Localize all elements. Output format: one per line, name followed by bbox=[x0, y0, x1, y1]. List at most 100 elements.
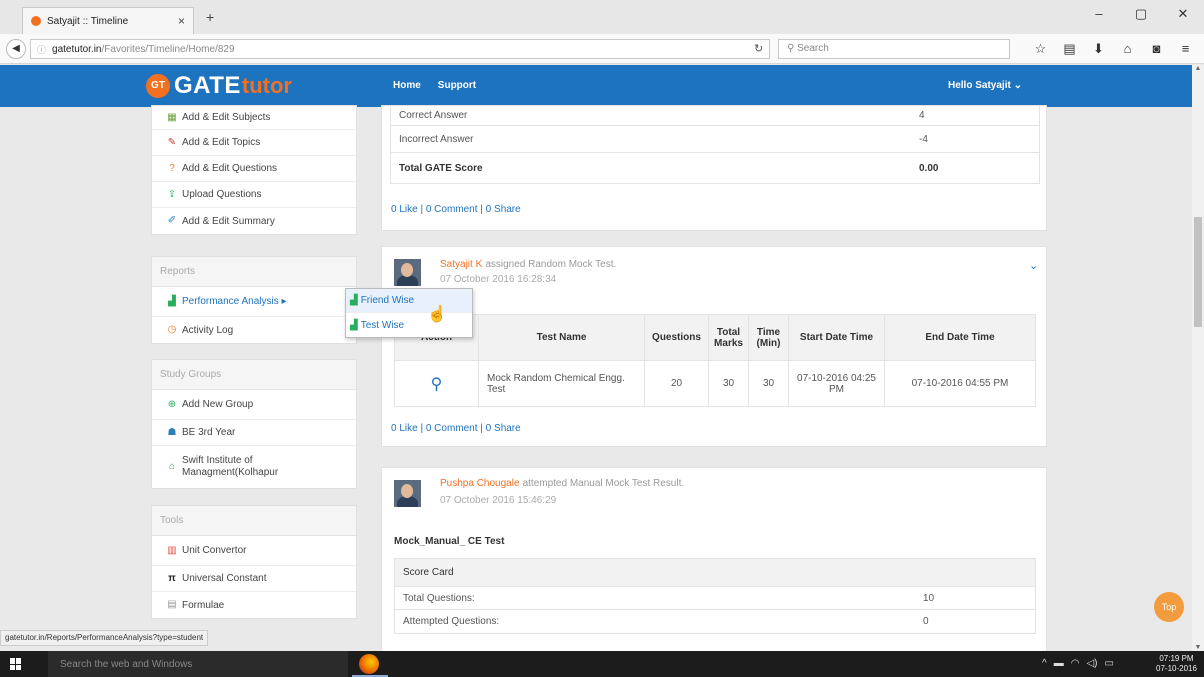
status-url: gatetutor.in/Reports/PerformanceAnalysis… bbox=[0, 630, 209, 646]
table-row: ⚲ Mock Random Chemical Engg. Test 20 30 … bbox=[394, 360, 1036, 407]
post-actions[interactable]: 0 Like | 0 Comment | 0 Share bbox=[382, 423, 521, 434]
sidebar-item-label: Unit Convertor bbox=[182, 545, 247, 556]
sidebar-item-upload[interactable]: ⇪ Upload Questions bbox=[152, 182, 356, 208]
edit-icon: ✐ bbox=[167, 215, 177, 226]
maximize-icon[interactable]: ▢ bbox=[1120, 6, 1162, 22]
row-value: 10 bbox=[923, 592, 935, 604]
logo-badge: GT bbox=[146, 74, 170, 98]
scroll-thumb[interactable] bbox=[1194, 217, 1202, 327]
sidebar-item-label: Add & Edit Topics bbox=[182, 137, 261, 148]
chevron-down-icon[interactable]: ⌄ bbox=[1029, 259, 1038, 272]
scroll-down-icon[interactable]: ▼ bbox=[1192, 644, 1204, 651]
tray-expand-icon[interactable]: ^ bbox=[1042, 658, 1047, 669]
row-label: Total GATE Score bbox=[399, 162, 483, 174]
sidebar-item-label: Add New Group bbox=[182, 399, 254, 410]
browser-search-input[interactable]: ⚲ Search bbox=[778, 39, 1010, 59]
chevron-down-icon: ⌄ bbox=[1013, 80, 1022, 91]
submenu-item-label: Friend Wise bbox=[360, 295, 415, 306]
test-table: Action Test Name Questions Total Marks T… bbox=[394, 314, 1036, 407]
sidebar-item-label: Add & Edit Summary bbox=[182, 215, 275, 227]
browser-tab[interactable]: Satyajit :: Timeline × bbox=[22, 7, 194, 34]
row-label: Total Questions: bbox=[403, 592, 475, 604]
questions-cell: 20 bbox=[644, 360, 709, 407]
close-window-icon[interactable]: ✕ bbox=[1162, 6, 1204, 22]
clock-icon: ◷ bbox=[167, 324, 177, 335]
sidebar-item-topics[interactable]: ✎ Add & Edit Topics bbox=[152, 130, 356, 156]
pencil-icon: ✎ bbox=[167, 136, 177, 148]
hand-cursor-icon: ☝ bbox=[427, 306, 447, 323]
row-label: Incorrect Answer bbox=[399, 133, 474, 145]
reload-icon[interactable]: ↻ bbox=[754, 42, 763, 55]
home-icon[interactable]: ⌂ bbox=[1113, 41, 1142, 57]
search-icon: ⚲ bbox=[787, 43, 798, 54]
download-icon[interactable]: ⬇ bbox=[1084, 41, 1113, 57]
sidebar-item-add-group[interactable]: ⊕ Add New Group bbox=[152, 390, 356, 420]
sidebar-item-label: BE 3rd Year bbox=[182, 427, 236, 438]
page-scrollbar[interactable]: ▲ ▼ bbox=[1192, 65, 1204, 651]
scroll-up-icon[interactable]: ▲ bbox=[1192, 65, 1204, 72]
notification-icon[interactable]: ▭ bbox=[1104, 658, 1113, 669]
sidebar-item-performance-analysis[interactable]: ▟ Performance Analysis ▸ bbox=[152, 287, 356, 317]
avatar[interactable] bbox=[394, 480, 421, 507]
submenu-item-friend-wise[interactable]: ▟ Friend Wise bbox=[346, 289, 472, 313]
sidebar-groups-box: Study Groups ⊕ Add New Group ☗ BE 3rd Year… bbox=[151, 359, 357, 489]
back-to-top-button[interactable]: Top bbox=[1154, 592, 1184, 622]
col-questions: Questions bbox=[644, 314, 709, 361]
search-icon[interactable]: ⚲ bbox=[431, 376, 443, 393]
reports-heading: Reports bbox=[152, 257, 356, 287]
post-header: Satyajit K assigned Random Mock Test. bbox=[440, 258, 616, 270]
timeline-post-mock-test: Satyajit K assigned Random Mock Test. 07… bbox=[381, 246, 1047, 447]
firefox-icon[interactable] bbox=[359, 654, 379, 674]
time-cell: 30 bbox=[748, 360, 789, 407]
windows-start-icon[interactable] bbox=[10, 658, 22, 670]
marks-cell: 30 bbox=[708, 360, 749, 407]
nav-home[interactable]: Home bbox=[393, 80, 421, 91]
sidebar-item-summary[interactable]: ✐ Add & Edit Summary bbox=[152, 208, 356, 234]
reading-list-icon[interactable]: ▤ bbox=[1055, 41, 1084, 57]
bookmark-star-icon[interactable]: ☆ bbox=[1026, 41, 1055, 57]
menu-icon[interactable]: ≡ bbox=[1171, 41, 1200, 57]
post-header: Pushpa Chougale attempted Manual Mock Te… bbox=[440, 477, 684, 489]
new-tab-icon[interactable]: + bbox=[206, 9, 214, 25]
nav-support[interactable]: Support bbox=[438, 80, 476, 91]
post-author[interactable]: Pushpa Chougale bbox=[440, 478, 520, 489]
post-author[interactable]: Satyajit K bbox=[440, 259, 482, 270]
sidebar-item-subjects[interactable]: ▦ Add & Edit Subjects bbox=[152, 106, 356, 130]
favicon-icon bbox=[31, 16, 41, 26]
row-label: Attempted Questions: bbox=[403, 616, 500, 627]
sidebar-item-unit-convertor[interactable]: ▥ Unit Convertor bbox=[152, 536, 356, 566]
logo-tutor-text: tutor bbox=[241, 73, 292, 98]
score-card-heading: Score Card bbox=[403, 567, 454, 578]
sidebar-item-universal-constant[interactable]: π Universal Constant bbox=[152, 566, 356, 592]
sidebar-item-activity-log[interactable]: ◷ Activity Log bbox=[152, 317, 356, 343]
network-icon[interactable]: ▬ bbox=[1054, 658, 1064, 669]
post-actions[interactable]: 0 Like | 0 Comment | 0 Share bbox=[382, 204, 521, 215]
wifi-icon[interactable]: ◠ bbox=[1071, 658, 1080, 669]
site-logo[interactable]: GT GATE tutor bbox=[146, 72, 292, 100]
url-bar[interactable]: ⓘ gatetutor.in /Favorites/Timeline/Home/… bbox=[30, 39, 770, 59]
sidebar-item-questions[interactable]: ? Add & Edit Questions bbox=[152, 156, 356, 182]
col-end: End Date Time bbox=[884, 314, 1036, 361]
taskbar-search-input[interactable]: Search the web and Windows bbox=[48, 651, 348, 677]
minimize-icon[interactable]: – bbox=[1078, 6, 1120, 22]
sidebar-item-formulae[interactable]: ▤ Formulae bbox=[152, 592, 356, 618]
submenu-item-label: Test Wise bbox=[360, 319, 405, 331]
close-tab-icon[interactable]: × bbox=[178, 14, 185, 28]
avatar[interactable] bbox=[394, 259, 421, 286]
pocket-icon[interactable]: ◙ bbox=[1142, 41, 1171, 57]
user-menu[interactable]: Hello Satyajit ⌄ bbox=[948, 80, 1022, 91]
tools-heading: Tools bbox=[152, 506, 356, 536]
groups-heading: Study Groups bbox=[152, 360, 356, 390]
table-row: Correct Answer 4 bbox=[391, 106, 1039, 126]
submenu-item-test-wise[interactable]: ▟ Test Wise bbox=[346, 313, 472, 337]
post-action-text: assigned Random Mock Test. bbox=[485, 259, 617, 270]
info-icon[interactable]: ⓘ bbox=[37, 43, 46, 56]
sidebar-item-institute[interactable]: ⌂ Swift Institute of Managment(Kolhapur bbox=[152, 446, 356, 488]
taskbar-clock[interactable]: 07:19 PM 07-10-2016 bbox=[1156, 654, 1197, 674]
volume-icon[interactable]: ◁) bbox=[1086, 658, 1097, 669]
url-host: gatetutor.in bbox=[52, 43, 102, 55]
browser-toolbar: ☆ ▤ ⬇ ⌂ ◙ ≡ bbox=[1026, 41, 1200, 57]
table-row: Total GATE Score 0.00 bbox=[391, 153, 1039, 183]
sidebar-item-be-3rd-year[interactable]: ☗ BE 3rd Year bbox=[152, 420, 356, 446]
back-icon[interactable]: ◀ bbox=[6, 39, 26, 59]
